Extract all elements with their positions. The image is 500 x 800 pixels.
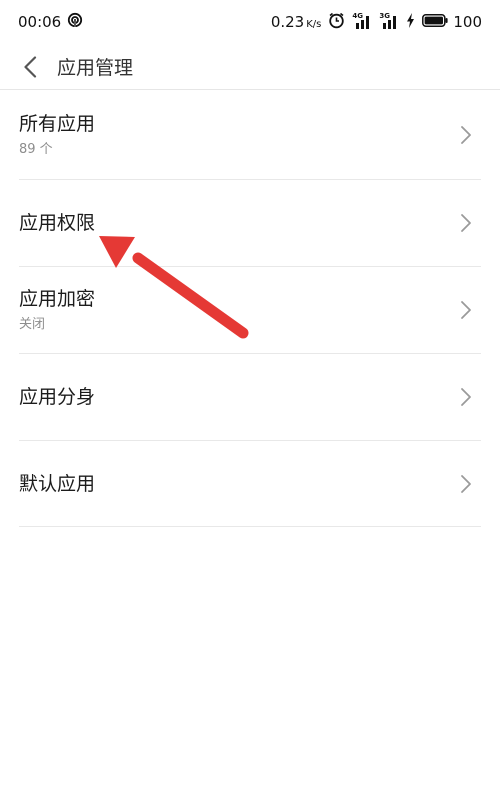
page-title: 应用管理 [57,57,134,79]
hotspot-icon [67,12,83,32]
battery-icon [422,13,448,31]
list-item-text: 应用权限 [19,211,95,235]
net-speed-unit: K/s [306,19,322,30]
status-bar: 00:06 0.23 K/s 4G 3G 100 [0,0,500,44]
list-item-text: 默认应用 [19,472,95,496]
list-item-text: 应用分身 [19,385,95,409]
list-item-text: 所有应用 89 个 [19,112,95,158]
list-item-all-apps[interactable]: 所有应用 89 个 [19,90,481,180]
charging-icon [406,12,415,32]
list-item-app-encryption[interactable]: 应用加密 关闭 [19,267,481,354]
settings-list: 所有应用 89 个 应用权限 应用加密 关闭 应用分身 默认应用 [0,90,500,527]
list-item-title: 默认应用 [19,472,96,495]
list-item-subtitle: 89 个 [19,141,53,157]
alarm-icon [328,12,345,33]
signal-icon-sim2: 3G [379,13,399,30]
net-speed-value: 0.23 [270,13,305,31]
app-header: 应用管理 [0,44,500,90]
net-speed: 0.23 K/s [271,13,322,31]
back-arrow-icon [24,55,37,78]
list-item-app-permissions[interactable]: 应用权限 [19,180,481,267]
chevron-right-icon [461,388,471,406]
battery-indicator: 100 [422,13,482,31]
list-item-title: 应用分身 [19,386,96,408]
list-item-subtitle: 关闭 [19,317,46,332]
list-item-app-clone[interactable]: 应用分身 [19,354,481,441]
status-right: 0.23 K/s 4G 3G 100 [271,12,482,33]
chevron-right-icon [461,125,471,144]
status-time: 00:06 [18,13,62,31]
status-left: 00:06 [18,12,83,32]
chevron-right-icon [461,301,471,319]
chevron-right-icon [461,474,471,493]
battery-level: 100 [453,13,482,31]
list-item-default-apps[interactable]: 默认应用 [19,441,481,527]
list-item-title: 应用权限 [19,212,96,234]
list-item-title: 所有应用 [19,112,96,135]
list-item-title: 应用加密 [19,288,96,310]
signal-icon-sim1: 4G [352,13,372,30]
back-button[interactable] [8,45,52,89]
list-item-text: 应用加密 关闭 [19,287,95,333]
chevron-right-icon [461,214,471,232]
